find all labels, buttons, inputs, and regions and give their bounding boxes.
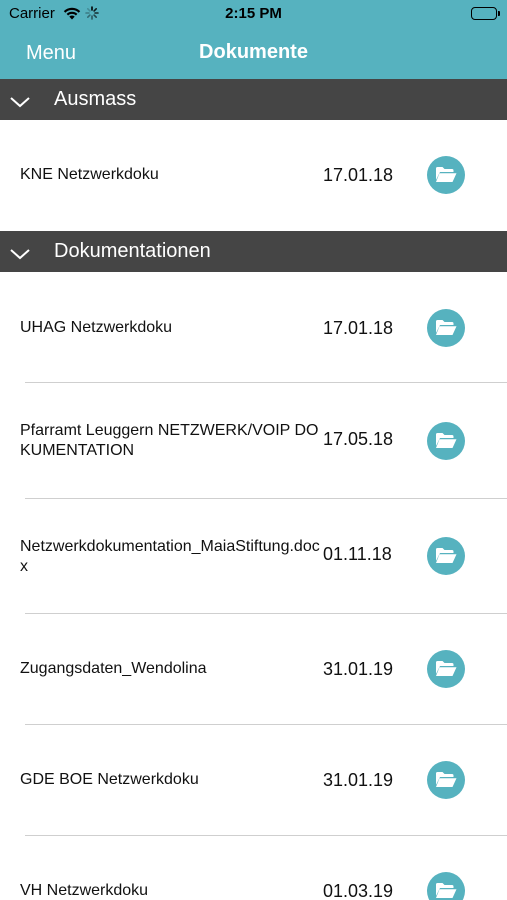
battery-icon xyxy=(471,7,500,20)
document-date: 17.01.18 xyxy=(323,318,394,338)
section-title: Ausmass xyxy=(54,88,137,110)
document-name: VH Netzwerkdoku xyxy=(20,882,149,899)
open-document-button[interactable] xyxy=(427,309,465,347)
folder-open-icon xyxy=(436,320,457,335)
document-date: 01.11.18 xyxy=(323,544,392,564)
folder-open-icon xyxy=(436,883,457,898)
list-item[interactable]: Pfarramt Leuggern NETZWERK/VOIP DOKUMENT… xyxy=(0,383,507,498)
document-date: 31.01.19 xyxy=(323,659,394,679)
section-header-ausmass[interactable]: Ausmass xyxy=(0,79,507,120)
open-document-button[interactable] xyxy=(427,650,465,688)
list-item[interactable]: UHAG Netzwerkdoku 17.01.18 xyxy=(0,272,507,382)
document-date: 01.03.19 xyxy=(323,881,394,900)
status-bar: Carrier 2:15 PM xyxy=(0,0,507,28)
chevron-down-icon xyxy=(9,244,31,267)
open-document-button[interactable] xyxy=(427,872,465,900)
folder-open-icon xyxy=(436,772,457,787)
list-item[interactable]: KNE Netzwerkdoku 17.01.18 xyxy=(0,120,507,231)
list-item[interactable]: VH Netzwerkdoku 01.03.19 xyxy=(0,836,507,900)
status-time: 2:15 PM xyxy=(225,5,282,22)
list-item[interactable]: Netzwerkdokumentation_MaiaStiftung.docx … xyxy=(0,499,507,613)
navigation-bar: Carrier 2:15 PM Menu Dokumente xyxy=(0,0,507,79)
document-date: 17.05.18 xyxy=(323,429,394,449)
document-name: UHAG Netzwerkdoku xyxy=(20,319,173,336)
page-title: Dokumente xyxy=(199,41,308,63)
folder-open-icon xyxy=(436,661,457,676)
section-title: Dokumentationen xyxy=(54,240,211,262)
section-header-dokumentationen[interactable]: Dokumentationen xyxy=(0,231,507,272)
list-item[interactable]: GDE BOE Netzwerkdoku 31.01.19 xyxy=(0,725,507,835)
document-name: Pfarramt Leuggern NETZWERK/VOIP DOKUMENT… xyxy=(20,422,319,459)
folder-open-icon xyxy=(436,548,457,563)
document-name: Zugangsdaten_Wendolina xyxy=(20,660,207,677)
open-document-button[interactable] xyxy=(427,156,465,194)
open-document-button[interactable] xyxy=(427,422,465,460)
document-name: GDE BOE Netzwerkdoku xyxy=(20,771,199,788)
menu-button[interactable]: Menu xyxy=(26,42,76,65)
document-date: 17.01.18 xyxy=(323,165,394,185)
list-item[interactable]: Zugangsdaten_Wendolina 31.01.19 xyxy=(0,614,507,724)
open-document-button[interactable] xyxy=(427,761,465,799)
folder-open-icon xyxy=(436,433,457,448)
document-name: KNE Netzwerkdoku xyxy=(20,166,159,183)
document-name: Netzwerkdokumentation_MaiaStiftung.docx xyxy=(20,538,320,575)
chevron-down-icon xyxy=(9,92,31,115)
open-document-button[interactable] xyxy=(427,537,465,575)
document-date: 31.01.19 xyxy=(323,770,394,790)
folder-open-icon xyxy=(436,167,457,182)
